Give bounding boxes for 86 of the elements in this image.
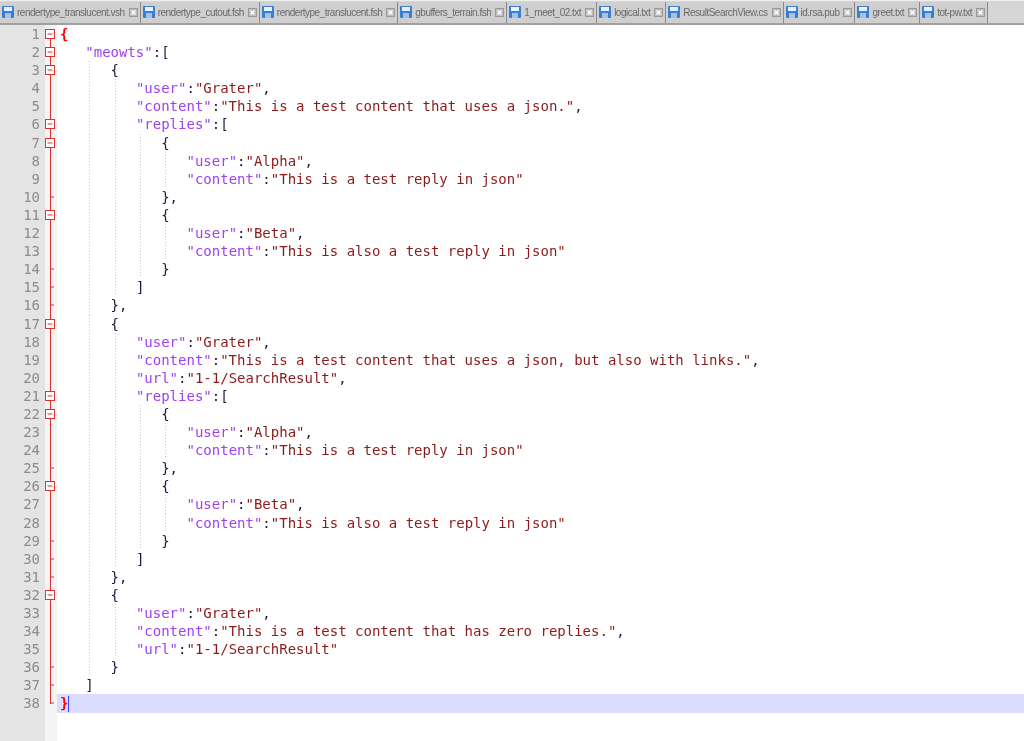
line-number: 31	[22, 567, 41, 586]
line-number: 26	[22, 477, 41, 496]
code-line: {	[60, 478, 170, 495]
code-line: "user":"Beta",	[60, 496, 305, 513]
line-number: 27	[22, 495, 41, 514]
code-line: "content":"This is a test content that uses a json.",	[60, 98, 583, 115]
line-number: 12	[22, 224, 41, 243]
line-number: 32	[22, 585, 41, 604]
line-number: 38	[22, 694, 41, 713]
file-tab[interactable]: rendertype_translucent.vsh	[0, 1, 141, 23]
code-line: "replies":[	[60, 116, 229, 133]
line-number: 33	[22, 604, 41, 623]
file-tab[interactable]: rendertype_cutout.fsh	[140, 1, 260, 23]
code-line: {	[60, 206, 170, 223]
code-line: "meowts":[	[84, 44, 170, 61]
code-line: ]	[60, 279, 145, 296]
code-line: "replies":[	[60, 387, 229, 404]
line-number: 1	[30, 25, 41, 44]
file-tab[interactable]: gbuffers_terrain.fsh	[398, 1, 508, 23]
code-line: "url":"1-1/SearchResult",	[60, 369, 347, 386]
line-number: 10	[22, 187, 41, 206]
line-number: 6	[30, 115, 41, 134]
line-number: 4	[30, 79, 41, 98]
code-line: "content":"This is also a test reply in json"	[60, 514, 566, 531]
code-line: {	[60, 586, 120, 603]
line-number: 36	[22, 658, 41, 677]
code-line: "content":"This is a test reply in json"	[60, 442, 524, 459]
line-number: 35	[22, 640, 41, 659]
code-line: }	[60, 659, 120, 676]
line-number: 28	[22, 513, 41, 532]
code-line: },	[60, 568, 128, 585]
file-tab[interactable]: tot-pw.txt	[920, 1, 989, 23]
code-line: {	[60, 62, 120, 79]
line-number: 2	[30, 43, 41, 62]
line-number: 11	[22, 205, 41, 225]
file-tab[interactable]: greet.txt	[855, 1, 921, 23]
line-number: 8	[30, 151, 41, 170]
line-number: 14	[22, 260, 41, 279]
line-number: 20	[22, 368, 41, 387]
line-number: 29	[22, 531, 41, 550]
line-number: 24	[22, 441, 41, 460]
line-number: 15	[22, 278, 41, 297]
code-line: ]	[84, 677, 94, 694]
code-line: "user":"Beta",	[60, 225, 305, 242]
line-number: 19	[22, 350, 41, 369]
code-line: },	[60, 188, 179, 205]
line-number: 13	[22, 242, 41, 261]
line-number: 16	[22, 296, 41, 315]
code-line: ]	[60, 550, 145, 567]
line-number: 3	[30, 61, 41, 80]
line-number: 5	[30, 97, 41, 116]
code-line: "user":"Grater",	[60, 605, 271, 621]
file-tab[interactable]: id.rsa.pub	[783, 1, 856, 23]
code-line: },	[60, 460, 179, 477]
code-line: "content":"This is a test reply in json"	[60, 170, 524, 187]
code-line: "content":"This is a test content that has zero replies.",	[60, 623, 625, 640]
line-number: 22	[22, 404, 41, 424]
code-line: },	[60, 297, 128, 314]
file-tab[interactable]: rendertype_translucent.fsh	[259, 1, 399, 23]
code-line: "user":"Alpha",	[60, 424, 313, 441]
code-line: {	[60, 26, 69, 42]
code-line: "user":"Grater",	[60, 80, 271, 97]
line-number: 37	[22, 676, 41, 695]
line-number: 18	[22, 332, 41, 351]
file-tab[interactable]: 1_meet_02.txt	[507, 1, 598, 23]
file-tab[interactable]: logical.txt	[597, 1, 667, 23]
line-number: 9	[30, 169, 41, 188]
code-line: "url":"1-1/SearchResult"	[60, 641, 339, 658]
code-line: "content":"This is also a test reply in json"	[60, 243, 566, 260]
line-number: 21	[22, 386, 41, 405]
code-line: "content":"This is a test content that uses a json, but also with links.",	[60, 351, 760, 368]
code-line: {	[60, 315, 120, 332]
code-line: "user":"Grater",	[60, 333, 271, 350]
line-number: 34	[22, 622, 41, 641]
code-line: }	[60, 261, 170, 278]
code-line: {	[60, 134, 170, 151]
code-line: "user":"Alpha",	[60, 152, 313, 169]
code-line: {	[60, 405, 170, 422]
line-number: 30	[22, 549, 41, 568]
line-number: 25	[22, 459, 41, 478]
code-line: }	[60, 695, 69, 712]
line-number: 23	[22, 423, 41, 442]
line-number: 17	[22, 314, 41, 333]
file-tab[interactable]: ResultSearchView.cs	[666, 1, 784, 23]
code-line: }	[60, 532, 170, 549]
line-number: 7	[30, 133, 41, 152]
